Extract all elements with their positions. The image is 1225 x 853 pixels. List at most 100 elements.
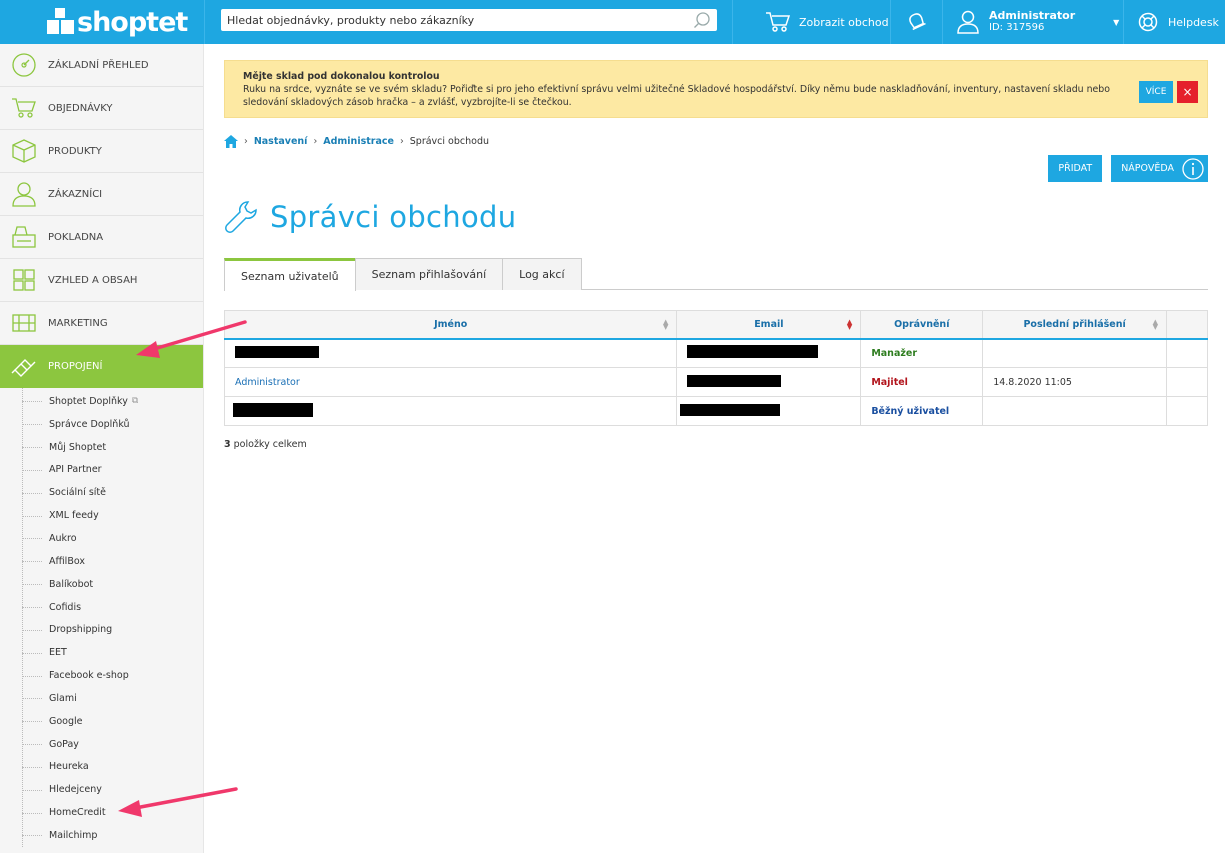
cell-name: Administrator <box>223 367 678 397</box>
sidebar-item-connections[interactable]: PROPOJENÍ <box>0 345 203 388</box>
table-row: Manažer <box>223 338 1208 368</box>
cell-email <box>676 338 862 368</box>
search-icon[interactable] <box>693 11 711 29</box>
submenu-item[interactable]: EET <box>22 641 203 664</box>
sidebar-item-label: PROPOJENÍ <box>48 361 103 372</box>
submenu-item[interactable]: GoPay <box>22 733 203 756</box>
tab-bar: Seznam uživatelů Seznam přihlašování Log… <box>224 258 1208 291</box>
cart-icon <box>766 12 791 32</box>
submenu-item[interactable]: Hledejceny <box>22 778 203 801</box>
sort-icon: ▲ ▼ <box>1152 318 1158 331</box>
column-header-name[interactable]: Jméno ▲ ▼ <box>223 310 678 340</box>
sidebar-item-label: PRODUKTY <box>48 145 102 157</box>
submenu-item[interactable]: Glami <box>22 687 203 710</box>
sort-icon: ▲ ▼ <box>846 318 853 331</box>
submenu-item[interactable]: Mailchimp <box>22 824 203 847</box>
sidebar: ZÁKLADNÍ PŘEHLED OBJEDNÁVKY PRODUKTY ZÁK… <box>0 44 204 853</box>
help-button[interactable]: NÁPOVĚDA <box>1111 155 1208 182</box>
sidebar-item-orders[interactable]: OBJEDNÁVKY <box>0 87 203 130</box>
sidebar-item-appearance[interactable]: VZHLED A OBSAH <box>0 259 203 302</box>
submenu-item[interactable]: Aukro <box>22 527 203 550</box>
layout-icon <box>13 269 35 291</box>
submenu-item[interactable]: Shoptet Doplňky ⧉ <box>22 390 203 413</box>
submenu-item[interactable]: XML feedy <box>22 504 203 527</box>
logo-cubes-icon <box>47 8 75 36</box>
user-link[interactable]: Administrator <box>235 377 300 388</box>
notifications-button[interactable] <box>890 0 942 44</box>
cart-icon <box>12 98 36 118</box>
column-header-last-login[interactable]: Poslední přihlášení ▲ ▼ <box>982 310 1167 340</box>
sidebar-item-label: POKLADNA <box>48 231 104 243</box>
submenu-item[interactable]: Facebook e-shop <box>22 664 203 687</box>
marketing-icon <box>12 314 36 332</box>
bell-icon <box>908 13 926 31</box>
show-shop-button[interactable]: Zobrazit obchod <box>732 0 890 44</box>
items-total: 3 položky celkem <box>224 439 307 450</box>
submenu-item[interactable]: AffilBox <box>22 550 203 573</box>
sidebar-item-marketing[interactable]: MARKETING <box>0 302 203 345</box>
cell-permission: Běžný uživatel <box>860 396 984 426</box>
page-actions: PŘIDAT NÁPOVĚDA <box>1048 155 1208 182</box>
more-button[interactable]: VÍCE <box>1139 81 1173 103</box>
redacted-block <box>687 345 819 359</box>
connect-icon <box>11 358 36 377</box>
helpdesk-button[interactable]: Helpdesk <box>1123 0 1224 44</box>
alert-body: Ruku na srdce, vyznáte se ve svém skladu… <box>243 84 1110 108</box>
submenu-item[interactable]: Správce Doplňků <box>22 413 203 436</box>
chevron-down-icon: ▼ <box>1113 17 1120 27</box>
submenu-item[interactable]: Heureka <box>22 756 203 779</box>
sidebar-item-register[interactable]: POKLADNA <box>0 216 203 259</box>
cell-last-login <box>982 338 1167 368</box>
submenu-item[interactable]: Sociální sítě <box>22 481 203 504</box>
main-content: Mějte sklad pod dokonalou kontrolou Ruku… <box>223 44 1209 450</box>
submenu-item[interactable]: HomeCredit <box>22 801 203 824</box>
tab-action-log[interactable]: Log akcí <box>502 258 582 290</box>
sidebar-item-label: OBJEDNÁVKY <box>48 102 113 114</box>
column-header-email[interactable]: Email ▲ ▼ <box>676 310 862 340</box>
register-icon <box>12 226 36 248</box>
sidebar-item-overview[interactable]: ZÁKLADNÍ PŘEHLED <box>0 44 203 87</box>
redacted-block <box>680 403 781 416</box>
breadcrumb-settings[interactable]: Nastavení <box>254 136 308 147</box>
home-icon[interactable] <box>224 134 238 148</box>
column-header-permission[interactable]: Oprávnění <box>860 310 984 340</box>
promo-alert: Mějte sklad pod dokonalou kontrolou Ruku… <box>224 60 1208 118</box>
user-icon <box>12 182 36 207</box>
sidebar-item-customers[interactable]: ZÁKAZNÍCI <box>0 173 203 216</box>
tab-user-list[interactable]: Seznam uživatelů <box>224 258 356 291</box>
shoptet-logo[interactable]: shoptet <box>0 0 204 44</box>
add-button[interactable]: PŘIDAT <box>1048 155 1103 182</box>
table-header-row: Jméno ▲ ▼ Email ▲ ▼ Oprávnění Poslední přihl… <box>223 310 1208 340</box>
cell-actions <box>1166 338 1208 368</box>
submenu-item[interactable]: Google <box>22 710 203 733</box>
page-header: Správci obchodu <box>224 200 516 234</box>
table-row: Běžný uživatel <box>223 396 1208 426</box>
redacted-block <box>235 345 319 358</box>
tab-login-list[interactable]: Seznam přihlašování <box>354 258 504 290</box>
sidebar-item-label: ZÁKAZNÍCI <box>48 188 103 200</box>
close-alert-button[interactable]: × <box>1177 81 1198 103</box>
alert-title: Mějte sklad pod dokonalou kontrolou <box>243 71 440 82</box>
cell-email <box>676 396 862 426</box>
sort-icon: ▲ ▼ <box>662 318 669 331</box>
breadcrumb-current: Správci obchodu <box>409 135 490 147</box>
user-menu[interactable]: Administrator ID: 317596 ▼ <box>942 0 1123 44</box>
cell-permission: Manažer <box>860 338 984 368</box>
submenu-item[interactable]: Cofidis <box>22 596 203 619</box>
redacted-block <box>687 374 782 387</box>
submenu-item[interactable]: API Partner <box>22 459 203 482</box>
submenu-item[interactable]: Balíkobot <box>22 573 203 596</box>
lifebuoy-icon <box>1138 12 1158 32</box>
user-id: ID: 317596 <box>989 22 1045 33</box>
breadcrumb-administration[interactable]: Administrace <box>323 136 394 147</box>
cell-actions <box>1166 396 1208 426</box>
sidebar-item-label: VZHLED A OBSAH <box>48 274 138 286</box>
sidebar-item-products[interactable]: PRODUKTY <box>0 130 203 173</box>
submenu-item[interactable]: Dropshipping <box>22 618 203 641</box>
wrench-icon <box>225 201 257 233</box>
submenu-item[interactable]: Můj Shoptet <box>22 436 203 459</box>
external-link-icon: ⧉ <box>131 396 139 407</box>
search-input[interactable] <box>227 13 693 27</box>
sidebar-item-label: MARKETING <box>48 317 108 329</box>
box-icon <box>12 139 36 163</box>
